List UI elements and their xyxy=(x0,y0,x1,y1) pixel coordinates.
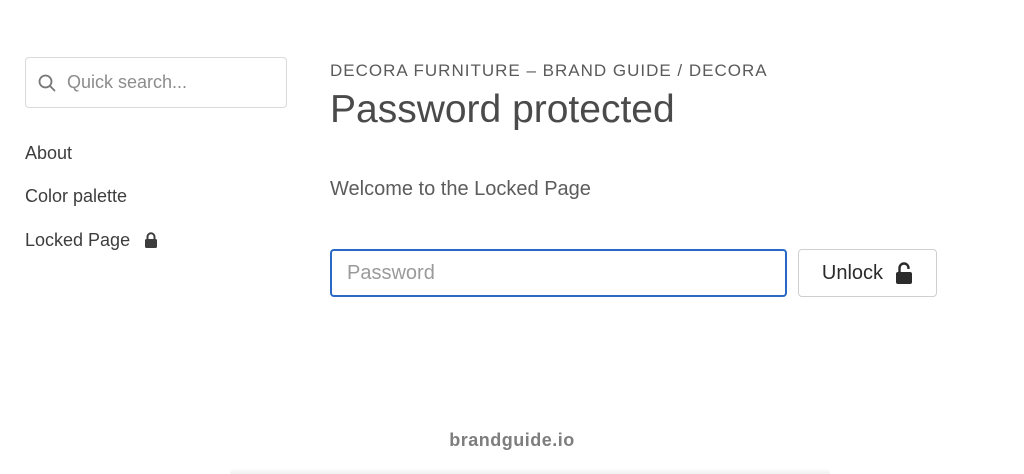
breadcrumb: DECORA FURNITURE – BRAND GUIDE / DECORA xyxy=(330,61,768,80)
unlock-button-label: Unlock xyxy=(821,261,884,284)
page: About Color palette Locked Page DECORA F… xyxy=(0,0,1024,474)
footer-brand: brandguide.io xyxy=(449,430,575,450)
sidebar-item-about[interactable]: About xyxy=(25,142,287,164)
main-content: DECORA FURNITURE – BRAND GUIDE / DECORA … xyxy=(330,61,970,297)
unlock-button[interactable]: Unlock xyxy=(798,249,937,297)
quick-search[interactable] xyxy=(25,57,287,108)
unlock-form: Unlock xyxy=(330,249,970,297)
welcome-text: Welcome to the Locked Page xyxy=(330,178,591,200)
footer-shadow xyxy=(230,468,830,474)
sidebar: About Color palette Locked Page xyxy=(25,57,287,273)
sidebar-item-label: About xyxy=(25,142,73,163)
sidebar-nav: About Color palette Locked Page xyxy=(25,142,287,251)
sidebar-item-label: Color palette xyxy=(25,186,128,206)
search-icon xyxy=(38,74,56,92)
search-input[interactable] xyxy=(67,72,267,93)
sidebar-item-label: Locked Page xyxy=(25,229,131,250)
password-field[interactable] xyxy=(330,249,787,297)
unlock-icon xyxy=(895,262,913,284)
page-title: Password protected xyxy=(330,88,675,131)
sidebar-item-locked-page[interactable]: Locked Page xyxy=(25,229,287,251)
sidebar-item-color-palette[interactable]: Color palette xyxy=(25,186,287,208)
lock-icon xyxy=(144,232,158,248)
